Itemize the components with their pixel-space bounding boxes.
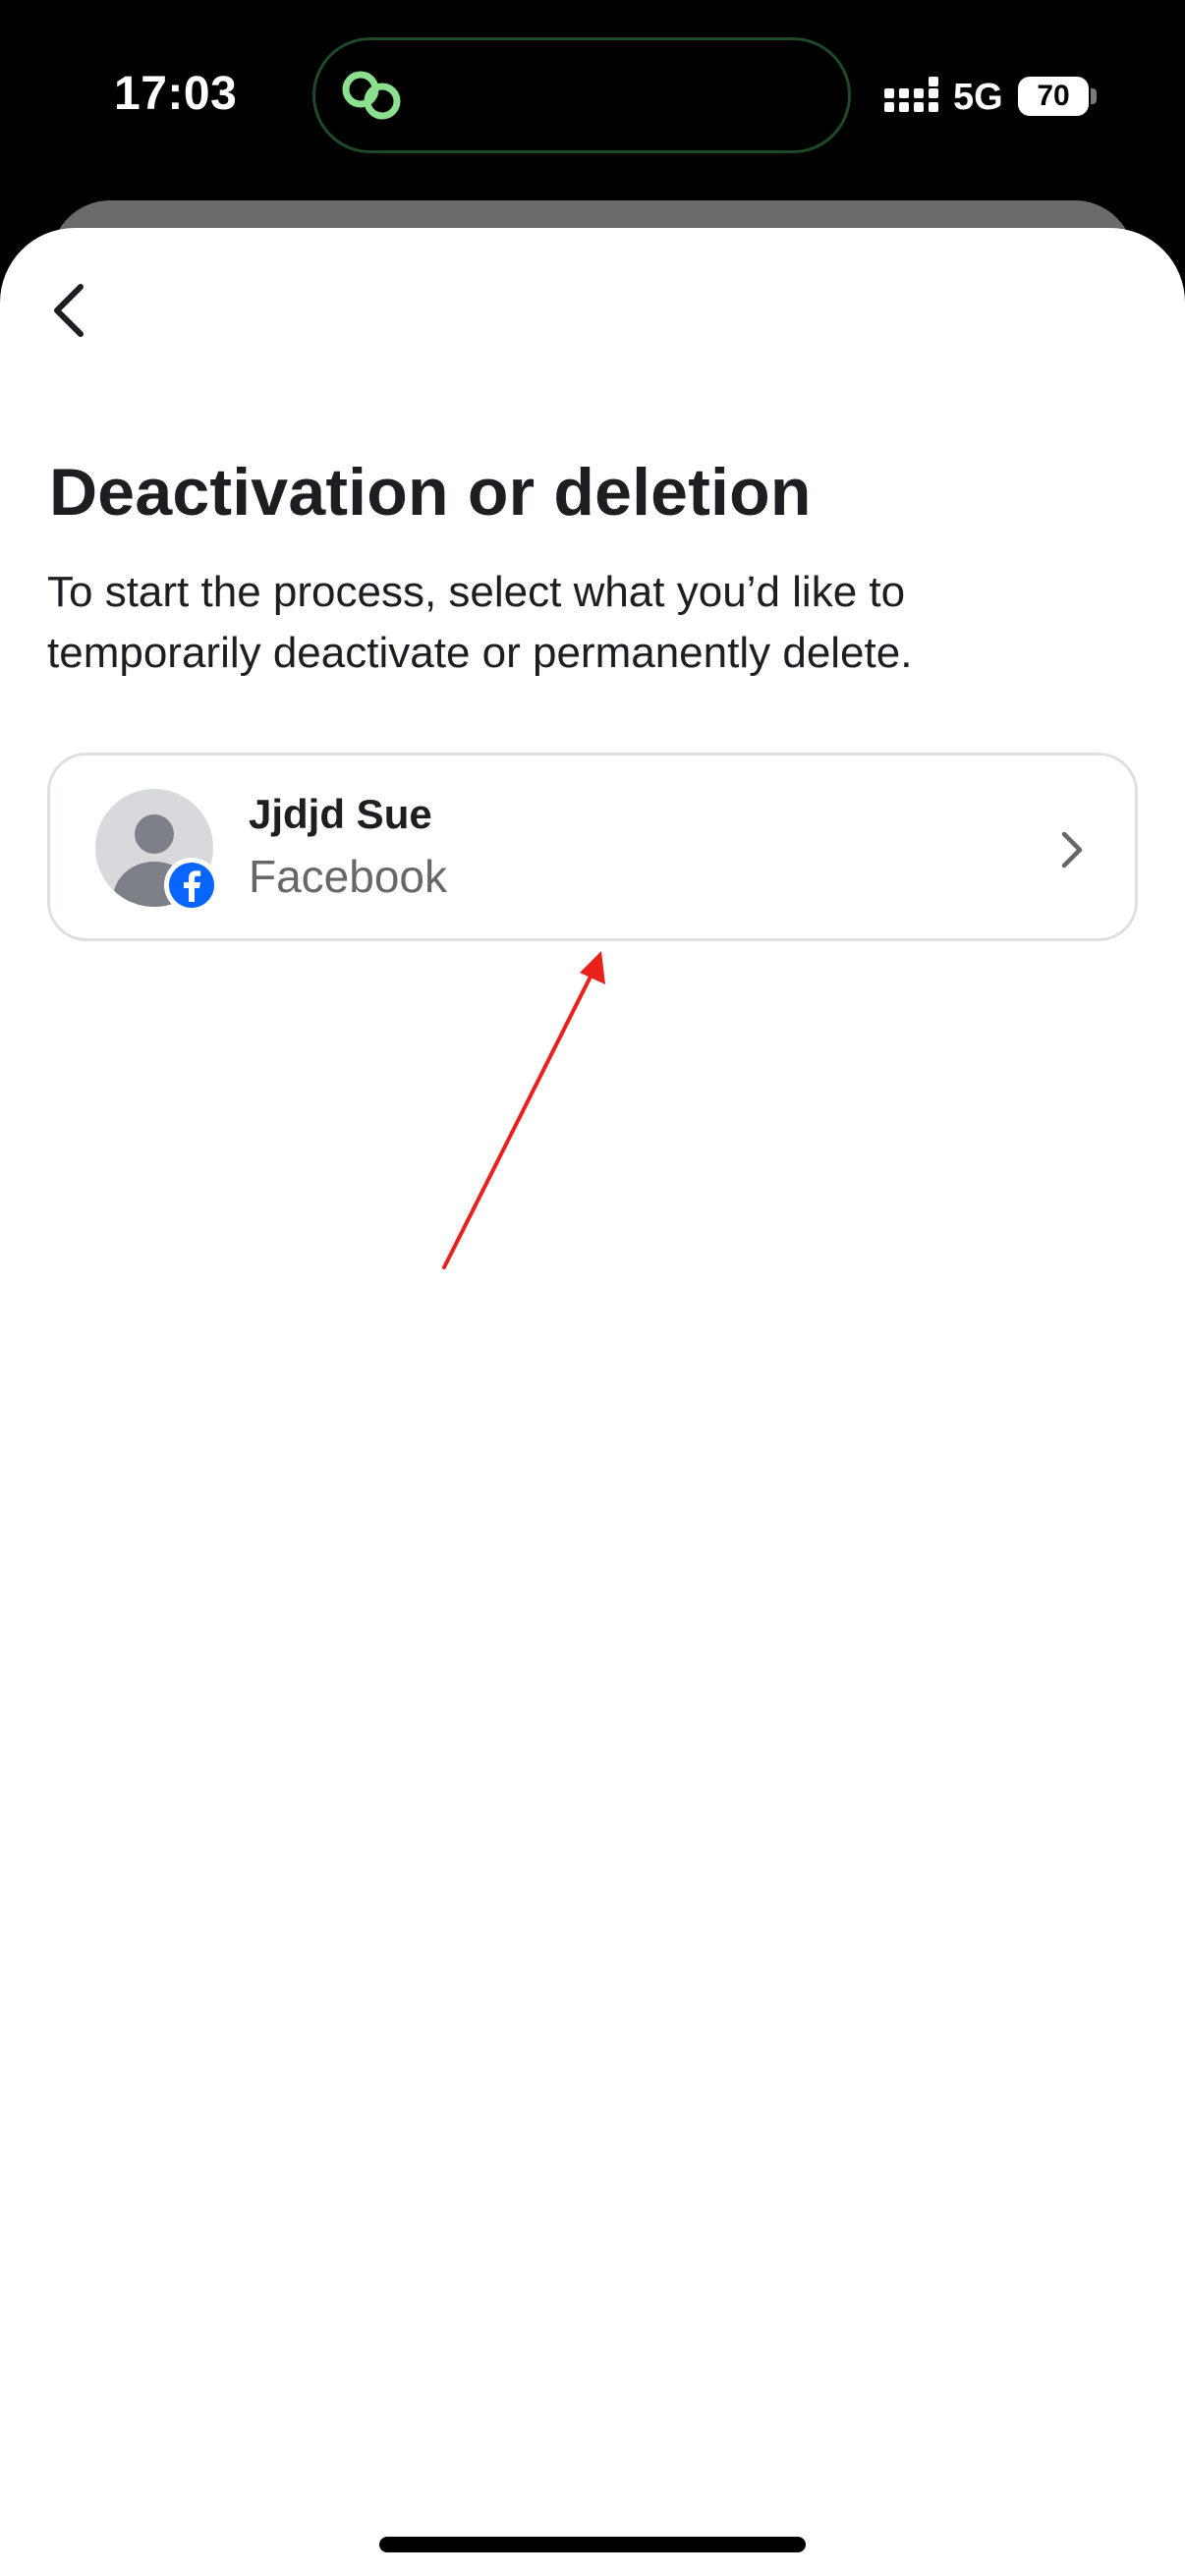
network-label: 5G <box>953 77 1003 118</box>
facebook-icon <box>164 858 219 913</box>
link-icon <box>342 71 401 120</box>
page-description: To start the process, select what you’d … <box>47 568 913 677</box>
chevron-right-icon <box>1061 831 1083 868</box>
account-platform: Facebook <box>249 851 448 902</box>
status-time: 17:03 <box>114 68 238 120</box>
battery-cap <box>1091 88 1097 104</box>
account-name: Jjdjd Sue <box>249 791 432 837</box>
annotation-arrow-icon <box>442 951 605 1269</box>
dynamic-island <box>312 37 851 153</box>
battery-indicator: 70 <box>1018 77 1089 116</box>
signal-bars-icon <box>884 77 938 112</box>
deactivation-sheet: Deactivation or deletion To start the pr… <box>0 228 1185 2576</box>
status-bar: 17:03 5G 70 <box>0 0 1185 196</box>
chevron-left-icon[interactable] <box>37 277 104 344</box>
home-indicator[interactable] <box>379 2537 806 2552</box>
phone-screen: 17:03 5G 70 Deactivation or deletion To … <box>0 0 1185 2576</box>
page-title: Deactivation or deletion <box>49 455 812 530</box>
account-card[interactable]: Jjdjd Sue Facebook <box>47 753 1138 941</box>
